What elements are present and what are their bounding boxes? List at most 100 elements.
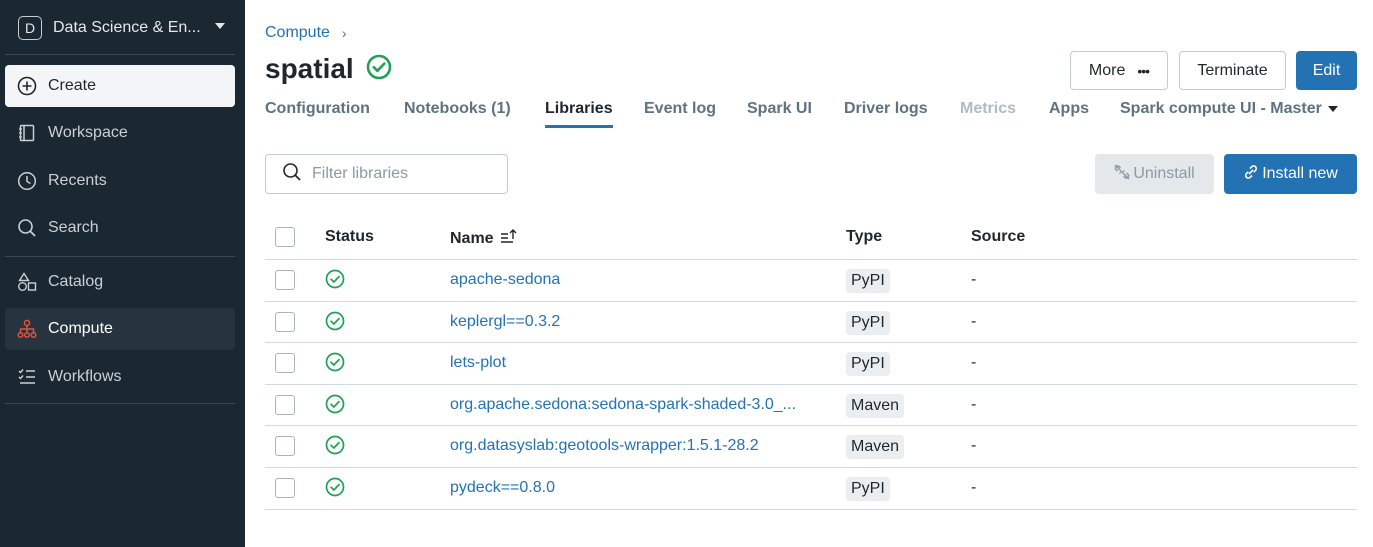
more-label: More (1088, 61, 1126, 79)
header-status: Status (325, 228, 374, 245)
check-circle-icon (366, 54, 392, 85)
sidebar-item-search[interactable]: Search (5, 207, 235, 249)
tab-driver-logs[interactable]: Driver logs (844, 100, 928, 128)
table-row[interactable]: pydeck==0.8.0 PyPI - (265, 468, 1357, 510)
install-new-label: Install new (1262, 165, 1338, 182)
create-label: Create (48, 77, 97, 94)
row-checkbox[interactable] (275, 311, 295, 332)
page-header: spatial (265, 53, 392, 85)
page-title: spatial (265, 53, 354, 84)
more-button[interactable]: More ••• (1070, 51, 1168, 90)
caret-down-icon (1327, 100, 1338, 118)
compute-icon (16, 318, 38, 340)
broken-link-icon (1114, 164, 1133, 185)
row-checkbox[interactable] (275, 477, 295, 498)
library-source: - (971, 478, 977, 496)
library-name-link[interactable]: pydeck==0.8.0 (450, 479, 555, 497)
library-type-badge: Maven (846, 393, 905, 418)
tab-event-log[interactable]: Event log (644, 100, 716, 128)
library-source: - (971, 312, 977, 330)
header-source: Source (971, 228, 1026, 245)
search-icon (282, 162, 302, 187)
plus-circle-icon (16, 75, 38, 97)
sidebar: D Data Science & En... Create Workspace … (0, 0, 245, 547)
notebook-icon (16, 122, 38, 144)
header-type: Type (846, 228, 883, 245)
table-header: Status Name Type Source (265, 216, 1357, 260)
sidebar-item-label: Workflows (48, 368, 122, 385)
table-row[interactable]: apache-sedona PyPI - (265, 260, 1357, 302)
table-row[interactable]: keplergl==0.3.2 PyPI - (265, 302, 1357, 344)
tab-notebooks[interactable]: Notebooks (1) (404, 100, 511, 128)
library-name-link[interactable]: org.apache.sedona:sedona-spark-shaded-3.… (450, 396, 796, 414)
main-content: Compute › spatial More ••• Terminate Edi… (245, 0, 1373, 547)
workspace-badge: D (18, 16, 42, 40)
search-icon (16, 217, 38, 239)
sidebar-divider (5, 256, 235, 257)
tab-configuration[interactable]: Configuration (265, 100, 370, 128)
terminate-button[interactable]: Terminate (1179, 51, 1286, 90)
install-new-button[interactable]: Install new (1224, 154, 1357, 194)
table-body: apache-sedona PyPI - keplergl==0.3.2 PyPI - le… (265, 260, 1357, 510)
library-source: - (971, 271, 977, 288)
tab-metrics[interactable]: Metrics (960, 100, 1016, 128)
header-name[interactable]: Name (450, 228, 518, 249)
library-source: - (971, 354, 977, 372)
library-name-link[interactable]: apache-sedona (450, 271, 560, 289)
sidebar-divider (5, 54, 235, 55)
shapes-icon (16, 271, 38, 293)
check-circle-icon (325, 435, 345, 460)
row-checkbox[interactable] (275, 436, 295, 457)
select-all-checkbox[interactable] (275, 227, 295, 247)
tab-spark-ui[interactable]: Spark UI (747, 100, 812, 128)
header-name-label: Name (450, 229, 494, 247)
tab-label: Spark compute UI - Master (1120, 100, 1322, 118)
library-name-link[interactable]: lets-plot (450, 354, 506, 372)
library-name-link[interactable]: org.datasyslab:geotools-wrapper:1.5.1-28… (450, 437, 759, 455)
tab-spark-compute-ui[interactable]: Spark compute UI - Master (1120, 100, 1338, 128)
library-type-badge: Maven (846, 435, 905, 460)
filter-libraries-input[interactable] (312, 165, 492, 183)
caret-down-icon (214, 19, 226, 37)
sidebar-item-compute[interactable]: Compute (5, 308, 235, 350)
check-circle-icon (325, 394, 345, 419)
edit-button[interactable]: Edit (1296, 51, 1357, 90)
sidebar-item-workflows[interactable]: Workflows (5, 356, 235, 398)
library-name-link[interactable]: keplergl==0.3.2 (450, 313, 560, 331)
table-row[interactable]: org.apache.sedona:sedona-spark-shaded-3.… (265, 385, 1357, 427)
sidebar-item-workspace[interactable]: Workspace (5, 112, 235, 154)
sidebar-item-label: Search (48, 219, 99, 236)
uninstall-button[interactable]: Uninstall (1095, 154, 1214, 194)
check-circle-icon (325, 311, 345, 336)
row-checkbox[interactable] (275, 270, 295, 290)
library-source: - (971, 395, 977, 413)
library-type-badge: PyPI (846, 310, 890, 335)
library-type-badge: PyPI (846, 352, 890, 377)
more-dots-icon: ••• (1137, 62, 1150, 79)
table-row[interactable]: lets-plot PyPI - (265, 343, 1357, 385)
sidebar-item-recents[interactable]: Recents (5, 160, 235, 202)
check-circle-icon (325, 352, 345, 377)
clock-icon (16, 170, 38, 192)
sidebar-item-label: Compute (48, 320, 113, 337)
library-type-badge: PyPI (846, 269, 890, 293)
workspace-name: Data Science & En... (53, 19, 201, 36)
create-button[interactable]: Create (5, 65, 235, 107)
uninstall-label: Uninstall (1133, 165, 1195, 182)
breadcrumb-separator-icon: › (341, 25, 347, 41)
table-row[interactable]: org.datasyslab:geotools-wrapper:1.5.1-28… (265, 426, 1357, 468)
sidebar-item-label: Workspace (48, 124, 128, 141)
breadcrumb: Compute › (265, 24, 347, 42)
filter-libraries-field[interactable] (265, 154, 508, 194)
row-checkbox[interactable] (275, 394, 295, 415)
breadcrumb-compute-link[interactable]: Compute (265, 24, 330, 42)
tab-libraries[interactable]: Libraries (545, 100, 613, 128)
sidebar-item-catalog[interactable]: Catalog (5, 261, 235, 303)
library-source: - (971, 437, 977, 455)
tab-apps[interactable]: Apps (1049, 100, 1089, 128)
sidebar-item-label: Catalog (48, 273, 104, 290)
sidebar-item-label: Recents (48, 172, 107, 189)
workspace-switcher[interactable]: D Data Science & En... (18, 15, 230, 41)
workflows-icon (16, 366, 38, 388)
row-checkbox[interactable] (275, 353, 295, 374)
